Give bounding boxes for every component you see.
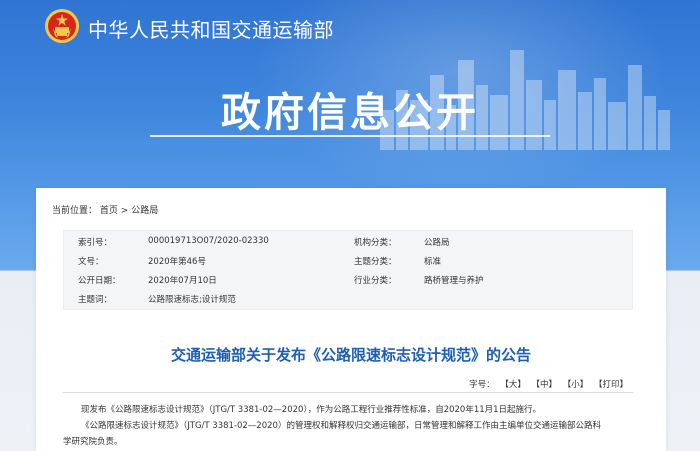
topic-label: 主题分类： [354,257,397,267]
doc-number-label: 文号： [78,257,104,267]
metadata-row: 索引号： 000019713O07/2020-02330 机构分类： 公路局 [64,236,634,255]
org-value: 公路局 [424,238,450,248]
keywords-label: 主题词： [78,295,113,305]
font-size-controls: 字号： 【大】 【中】 【小】 【打印】 [469,378,628,390]
article-paragraph: 现发布《公路限速标志设计规范》（JTG/T 3381-02—2020），作为公路… [81,405,542,415]
metadata-row: 文号： 2020年第46号 主题分类： 标准 [64,255,634,274]
article-title: 交通运输部关于发布《公路限速标志设计规范》的公告 [170,346,531,364]
publish-date-label: 公开日期： [78,276,121,286]
metadata-row: 公开日期： 2020年07月10日 行业分类： 路桥管理与养护 [64,274,634,293]
industry-label: 行业分类： [354,276,397,286]
font-medium-button[interactable]: 【中】 [532,380,558,390]
print-button[interactable]: 【打印】 [594,380,628,390]
metadata-row: 主题词： 公路限速标志;设计规范 [64,293,634,312]
breadcrumb: 当前位置： 首页 > 公路局 [52,203,158,216]
index-value: 000019713O07/2020-02330 [148,236,269,246]
topic-value: 标准 [424,257,442,267]
content-divider [63,392,633,393]
keywords-value: 公路限速标志;设计规范 [148,295,236,305]
doc-number-value: 2020年第46号 [148,257,206,267]
hero-underline [150,135,550,137]
font-large-button[interactable]: 【大】 [500,380,526,390]
hero-title: 政府信息公开 [221,90,479,136]
breadcrumb-current-link[interactable]: 公路局 [131,206,158,216]
content-panel: 当前位置： 首页 > 公路局 索引号： 000019713O07/2020-02… [36,188,666,451]
industry-value: 路桥管理与养护 [424,276,484,286]
font-small-button[interactable]: 【小】 [563,380,589,390]
national-emblem-icon [45,9,79,43]
document-metadata-table: 索引号： 000019713O07/2020-02330 机构分类： 公路局 文… [63,230,633,310]
font-size-label: 字号： [469,380,495,390]
publish-date-value: 2020年07月10日 [148,276,217,286]
article-paragraph: 《公路限速标志设计规范》（JTG/T 3381-02—2020）的管理权和解释权… [81,421,601,431]
ministry-title[interactable]: 中华人民共和国交通运输部 [88,14,334,43]
article-paragraph: 学研究院负责。 [63,437,123,447]
breadcrumb-separator: > [120,206,132,216]
index-label: 索引号： [78,238,113,248]
org-label: 机构分类： [354,238,397,248]
breadcrumb-prefix: 当前位置： [52,206,98,216]
breadcrumb-home-link[interactable]: 首页 [100,206,118,216]
